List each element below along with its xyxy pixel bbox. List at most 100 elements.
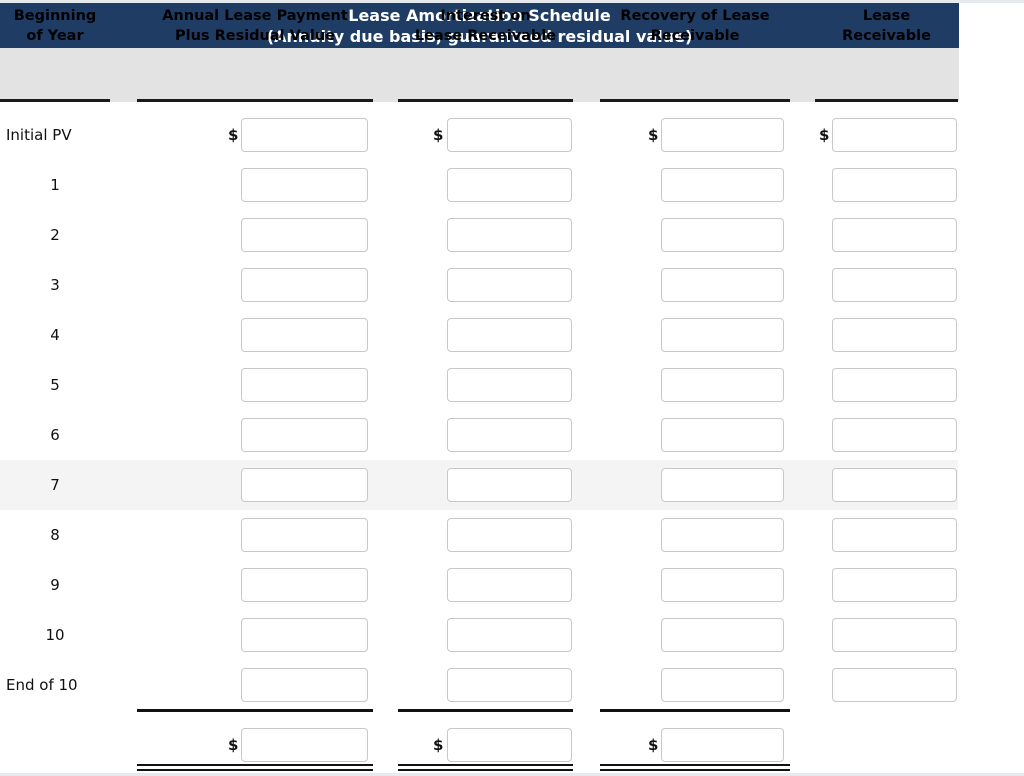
currency-symbol: $	[433, 126, 444, 144]
input-annual-lease-payment-row-9[interactable]	[241, 568, 368, 602]
totals-currency-symbol: $	[433, 736, 444, 754]
input-recovery-of-lease-receivable-row-5[interactable]	[661, 368, 784, 402]
input-lease-receivable-row-9[interactable]	[832, 568, 957, 602]
table-row: 9	[0, 560, 1024, 610]
input-recovery-of-lease-receivable-row-1[interactable]	[661, 168, 784, 202]
input-annual-lease-payment-row-1[interactable]	[241, 168, 368, 202]
column-header-beginning-of-year-line-2: of Year	[26, 28, 84, 44]
input-recovery-of-lease-receivable-row-7[interactable]	[661, 468, 784, 502]
input-lease-receivable-row-8[interactable]	[832, 518, 957, 552]
column-header-interest-on-lease-receivable: Interest on Lease Receivable	[398, 0, 573, 54]
totals-currency-symbol: $	[648, 736, 659, 754]
row-label: 10	[45, 626, 65, 644]
total-double-rule-column-3	[398, 764, 573, 771]
input-annual-lease-payment-row-7[interactable]	[241, 468, 368, 502]
column-header-annual-lease-payment: Annual Lease Payment Plus Residual Value	[137, 0, 373, 54]
column-rule-2	[137, 99, 373, 102]
input-lease-receivable-row-2[interactable]	[832, 218, 957, 252]
input-interest-on-lease-receivable-row-1[interactable]	[447, 168, 572, 202]
column-header-recovery-line-2: Receivable	[650, 28, 740, 44]
column-rule-1	[0, 99, 110, 102]
table-row: End of 10	[0, 660, 1024, 710]
table-row: 1	[0, 160, 1024, 210]
input-interest-on-lease-receivable-row-7[interactable]	[447, 468, 572, 502]
input-recovery-of-lease-receivable-row-6[interactable]	[661, 418, 784, 452]
table-row: 7	[0, 460, 958, 510]
input-annual-lease-payment-row-11[interactable]	[241, 668, 368, 702]
input-recovery-of-lease-receivable-row-11[interactable]	[661, 668, 784, 702]
row-label: 9	[50, 576, 60, 594]
input-recovery-of-lease-receivable-row-10[interactable]	[661, 618, 784, 652]
row-label: End of 10	[6, 676, 78, 694]
subtotal-rule-column-2	[137, 709, 373, 712]
totals-row-inner: $ $ $	[0, 720, 1024, 770]
input-recovery-of-lease-receivable-row-2[interactable]	[661, 218, 784, 252]
input-annual-lease-payment-row-8[interactable]	[241, 518, 368, 552]
column-header-beginning-of-year-line-1: Beginning	[13, 8, 97, 24]
input-annual-lease-payment-row-10[interactable]	[241, 618, 368, 652]
column-header-recovery-of-lease-receivable: Recovery of Lease Receivable	[600, 0, 790, 54]
input-total-interest-on-lease-receivable[interactable]	[447, 728, 572, 762]
input-interest-on-lease-receivable-row-6[interactable]	[447, 418, 572, 452]
table-row: 3	[0, 260, 1024, 310]
input-recovery-of-lease-receivable-row-8[interactable]	[661, 518, 784, 552]
column-header-annual-lease-payment-line-2: Plus Residual Value	[174, 28, 336, 44]
input-lease-receivable-row-5[interactable]	[832, 368, 957, 402]
lease-amortization-schedule-form: Lease Amortization Schedule (Annuity due…	[0, 0, 1024, 776]
input-recovery-of-lease-receivable-row-4[interactable]	[661, 318, 784, 352]
input-recovery-of-lease-receivable-row-9[interactable]	[661, 568, 784, 602]
input-lease-receivable-row-3[interactable]	[832, 268, 957, 302]
column-header-interest-line-2: Lease Receivable	[414, 28, 557, 44]
column-rule-4	[600, 99, 790, 102]
row-label: 3	[50, 276, 60, 294]
input-annual-lease-payment-row-3[interactable]	[241, 268, 368, 302]
input-annual-lease-payment-row-5[interactable]	[241, 368, 368, 402]
input-lease-receivable-row-0[interactable]	[832, 118, 957, 152]
column-header-band	[0, 48, 959, 102]
currency-symbol: $	[819, 126, 830, 144]
row-label: 4	[50, 326, 60, 344]
input-interest-on-lease-receivable-row-4[interactable]	[447, 318, 572, 352]
column-rule-5	[815, 99, 958, 102]
row-label: 7	[50, 476, 60, 494]
input-annual-lease-payment-row-4[interactable]	[241, 318, 368, 352]
input-recovery-of-lease-receivable-row-3[interactable]	[661, 268, 784, 302]
input-lease-receivable-row-7[interactable]	[832, 468, 957, 502]
input-total-annual-lease-payment[interactable]	[241, 728, 368, 762]
row-label: 2	[50, 226, 60, 244]
currency-symbol: $	[228, 126, 239, 144]
input-lease-receivable-row-1[interactable]	[832, 168, 957, 202]
input-lease-receivable-row-10[interactable]	[832, 618, 957, 652]
table-row: 4	[0, 310, 1024, 360]
subtotal-rule-column-4	[600, 709, 790, 712]
input-annual-lease-payment-row-0[interactable]	[241, 118, 368, 152]
column-header-lease-receivable: Lease Receivable	[815, 0, 958, 54]
row-label: 1	[50, 176, 60, 194]
input-interest-on-lease-receivable-row-10[interactable]	[447, 618, 572, 652]
input-interest-on-lease-receivable-row-2[interactable]	[447, 218, 572, 252]
table-row: 8	[0, 510, 1024, 560]
input-interest-on-lease-receivable-row-9[interactable]	[447, 568, 572, 602]
input-lease-receivable-row-6[interactable]	[832, 418, 957, 452]
input-annual-lease-payment-row-2[interactable]	[241, 218, 368, 252]
table-row: Initial PV $ $ $ $	[0, 110, 1024, 160]
row-label: 6	[50, 426, 60, 444]
input-interest-on-lease-receivable-row-11[interactable]	[447, 668, 572, 702]
input-interest-on-lease-receivable-row-5[interactable]	[447, 368, 572, 402]
input-total-recovery-of-lease-receivable[interactable]	[661, 728, 784, 762]
row-label: 5	[50, 376, 60, 394]
input-recovery-of-lease-receivable-row-0[interactable]	[661, 118, 784, 152]
column-header-lease-receivable-line-2: Receivable	[842, 28, 931, 44]
input-interest-on-lease-receivable-row-3[interactable]	[447, 268, 572, 302]
input-lease-receivable-row-4[interactable]	[832, 318, 957, 352]
column-header-interest-line-1: Interest on	[440, 8, 531, 24]
total-double-rule-column-4	[600, 764, 790, 771]
column-header-recovery-line-1: Recovery of Lease	[620, 8, 770, 24]
totals-currency-symbol: $	[228, 736, 239, 754]
input-annual-lease-payment-row-6[interactable]	[241, 418, 368, 452]
input-interest-on-lease-receivable-row-0[interactable]	[447, 118, 572, 152]
input-lease-receivable-row-11[interactable]	[832, 668, 957, 702]
row-label: 8	[50, 526, 60, 544]
total-double-rule-column-2	[137, 764, 373, 771]
input-interest-on-lease-receivable-row-8[interactable]	[447, 518, 572, 552]
